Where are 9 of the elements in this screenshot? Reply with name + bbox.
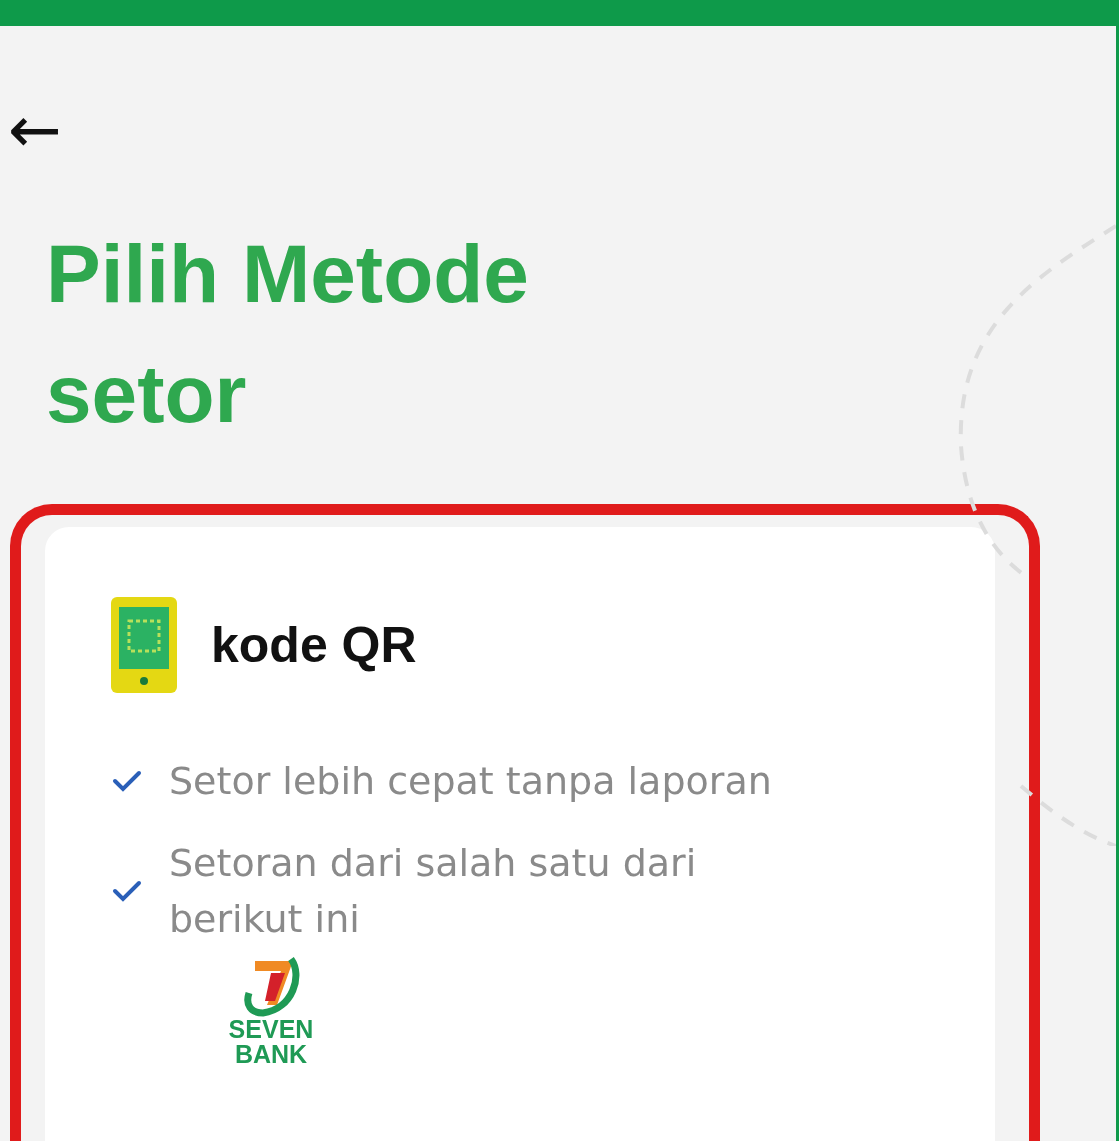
feature-text: Setoran dari salah satu dari berikut ini — [169, 840, 698, 943]
qr-phone-icon — [111, 597, 177, 693]
feature-text: Setor lebih cepat tanpa laporan — [169, 758, 773, 805]
method-card[interactable]: kode QR Setor lebih cepat tanpa laporan Setoran dari salah satu dari berikut ini SEVEN BANK — [45, 527, 995, 1141]
bank-name: SEVEN BANK — [227, 1017, 315, 1067]
page-title: Pilih Metode setor — [46, 227, 530, 441]
method-name: kode QR — [211, 616, 417, 674]
seven-logo-icon — [241, 955, 301, 1017]
back-button[interactable]: ← — [0, 98, 70, 162]
